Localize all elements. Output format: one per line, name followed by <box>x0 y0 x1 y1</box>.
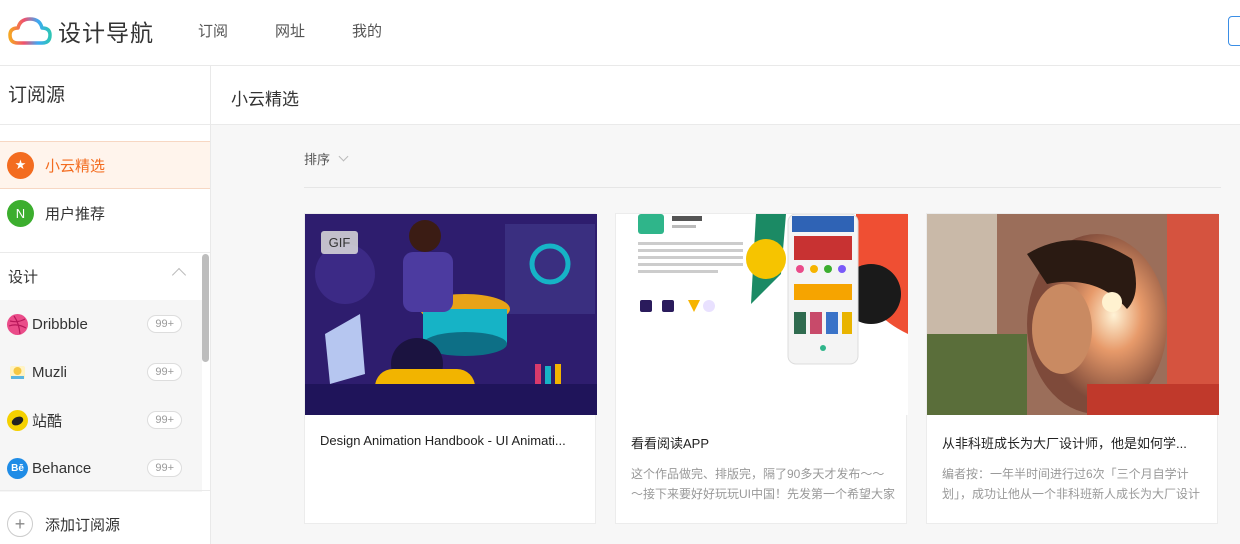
sort-label: 排序 <box>304 152 331 167</box>
site-item-behance[interactable]: Bē Behance 99+ <box>0 444 202 492</box>
article-thumbnail: GIF <box>305 214 597 415</box>
nav-mine[interactable]: 我的 <box>352 20 382 41</box>
dribbble-icon <box>7 313 28 335</box>
group-label: 设计 <box>8 269 39 286</box>
site-label: Muzli <box>32 363 68 381</box>
site-label: 站酷 <box>32 412 63 430</box>
article-desc: 编者按：一年半时间进行过6次「三个月自学计划」，成功让他从一个非科班新人成长为大… <box>942 467 1201 501</box>
group-header-design[interactable]: 设计 <box>0 253 202 300</box>
behance-icon: Bē <box>7 457 28 479</box>
add-source-label: 添加订阅源 <box>45 516 121 534</box>
nav-sites[interactable]: 网址 <box>275 20 305 41</box>
site-label: Dribbble <box>32 315 88 333</box>
feed-item-label: 用户推荐 <box>45 205 106 223</box>
gif-badge: GIF <box>321 231 358 254</box>
sidebar-scrollbar[interactable] <box>202 254 209 362</box>
header-action-button[interactable] <box>1228 16 1240 46</box>
user-recommend-icon: N <box>7 199 34 227</box>
article-desc: 这个作品做完、排版完，隔了90多天才发布～～～接下来要好好玩玩UI中国！先发第一… <box>631 467 896 501</box>
article-card[interactable]: GIF Design Animation Handbook - UI Anima… <box>304 213 597 524</box>
plus-icon: + <box>7 511 33 537</box>
article-title[interactable]: Design Animation Handbook - UI Animati..… <box>320 433 585 448</box>
chevron-up-icon <box>171 267 187 283</box>
site-item-dribbble[interactable]: Dribbble 99+ <box>0 300 202 348</box>
article-card[interactable]: 看看阅读APP 这个作品做完、排版完，隔了90多天才发布～～～接下来要好好玩玩U… <box>615 213 908 524</box>
unread-badge: 99+ <box>147 363 182 381</box>
cloud-logo-icon <box>8 17 52 45</box>
top-nav: 订阅 网址 我的 <box>198 20 429 41</box>
feed-item-featured[interactable]: ★ 小云精选 <box>0 141 210 189</box>
article-title[interactable]: 看看阅读APP <box>631 433 896 452</box>
feed-item-user-recommend[interactable]: N 用户推荐 <box>0 189 210 237</box>
sidebar-title: 订阅源 <box>0 66 210 125</box>
unread-badge: 99+ <box>147 315 182 333</box>
top-bar: 设计导航 订阅 网址 我的 <box>0 0 1240 66</box>
app-title: 设计导航 <box>58 20 154 46</box>
chevron-down-icon <box>338 151 349 162</box>
sort-dropdown[interactable]: 排序 <box>304 149 349 168</box>
logo[interactable]: 设计导航 <box>8 14 154 48</box>
divider <box>0 490 210 491</box>
divider <box>304 187 1221 188</box>
site-item-zcool[interactable]: 站酷 99+ <box>0 396 202 444</box>
star-icon: ★ <box>7 151 34 179</box>
sidebar: 订阅源 ★ 小云精选 N 用户推荐 设计 Dribbble 99+ Muzli … <box>0 66 211 544</box>
unread-badge: 99+ <box>147 459 182 477</box>
zcool-icon <box>7 409 28 431</box>
article-thumbnail <box>927 214 1219 415</box>
article-desc <box>320 464 585 504</box>
nav-subscribe[interactable]: 订阅 <box>198 20 228 41</box>
article-title[interactable]: 从非科班成长为大厂设计师，他是如何学... <box>942 433 1207 452</box>
add-source-button[interactable]: + 添加订阅源 <box>7 511 120 537</box>
muzli-icon <box>7 362 28 383</box>
article-thumbnail <box>616 214 908 415</box>
site-item-muzli[interactable]: Muzli 99+ <box>0 348 202 396</box>
article-card[interactable]: 从非科班成长为大厂设计师，他是如何学... 编者按：一年半时间进行过6次「三个月… <box>926 213 1219 524</box>
unread-badge: 99+ <box>147 411 182 429</box>
page-title: 小云精选 <box>231 90 299 109</box>
site-label: Behance <box>32 459 92 477</box>
feed-item-label: 小云精选 <box>45 157 106 175</box>
main-header: 小云精选 <box>211 66 1240 125</box>
